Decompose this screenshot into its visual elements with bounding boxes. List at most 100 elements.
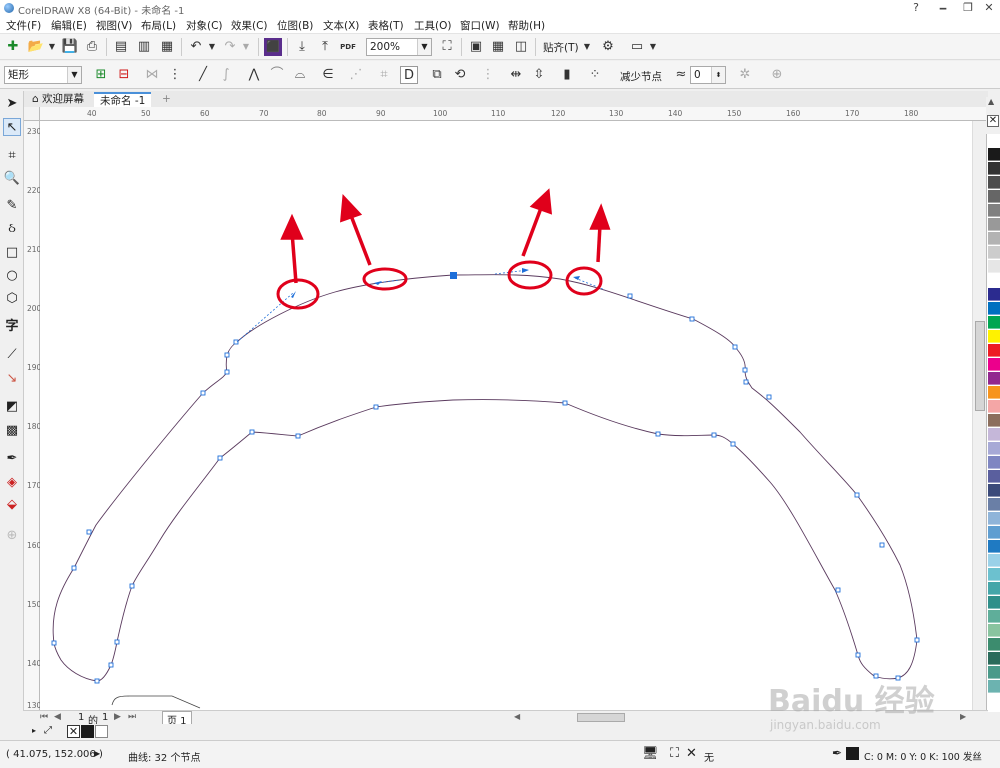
snap-to-button[interactable]: 贴齐(T) [543,40,579,55]
extract-subpath-icon[interactable]: ⌗ [375,66,393,84]
tab-welcome-screen[interactable]: ⌂ 欢迎屏幕 [26,92,91,107]
open-dropdown-icon[interactable]: ▼ [43,38,61,56]
palette-swatch[interactable] [988,176,1000,189]
palette-swatch[interactable] [988,428,1000,441]
horizontal-ruler[interactable]: 40 50 60 70 80 90 100 110 120 130 140 15… [40,107,988,121]
menu-help[interactable]: 帮助(H) [508,18,545,33]
palette-swatch[interactable] [988,148,1000,161]
zoom-level-select[interactable]: 200% ▼ [366,38,432,56]
connector-tool-icon[interactable]: ↘ [3,370,21,388]
search-content-icon[interactable]: ⬛ [264,38,282,56]
to-line-icon[interactable]: ╱ [194,66,212,84]
drawing-canvas[interactable] [40,121,988,710]
first-page-icon[interactable]: ⏮ [40,712,48,722]
vertical-scrollbar[interactable] [972,121,986,710]
redo-dropdown-icon[interactable]: ▼ [237,38,255,56]
selected-curve-shape[interactable] [51,268,920,684]
menu-tools[interactable]: 工具(O) [414,18,451,33]
no-fill-swatch[interactable]: ✕ [67,725,80,738]
shape-type-select[interactable]: 矩形 ▼ [4,66,82,84]
reduce-nodes-button[interactable]: 减少节点 [620,69,662,84]
interactive-fill-icon[interactable]: ◈ [3,474,21,492]
show-guidelines-icon[interactable]: ◫ [512,38,530,56]
print-icon[interactable]: ⎙ [83,38,101,56]
eyedropper-icon[interactable]: ✒ [3,450,21,468]
snap-dropdown-icon[interactable]: ▼ [578,38,596,56]
menu-object[interactable]: 对象(C) [186,18,223,33]
show-rulers-icon[interactable]: ▣ [467,38,485,56]
palette-swatch[interactable] [988,414,1000,427]
status-expand-icon[interactable]: ▶ [94,749,100,758]
palette-swatch[interactable] [988,260,1000,273]
palette-swatch[interactable] [988,330,1000,343]
rotate-nodes-icon[interactable]: ⟲ [451,66,469,84]
palette-swatch[interactable] [988,610,1000,623]
white-swatch[interactable] [95,725,108,738]
fill-bucket-icon[interactable]: ⛶ [670,746,679,761]
ellipse-tool-icon[interactable]: ○ [3,267,21,285]
export-icon[interactable]: ⤒ [316,38,334,56]
vertical-scroll-thumb[interactable] [975,321,985,411]
cusp-node-icon[interactable]: ⋀ [245,66,263,84]
save-icon[interactable]: 💾 [61,38,79,56]
palette-swatch[interactable] [988,652,1000,665]
selected-node[interactable] [450,272,457,279]
menu-layout[interactable]: 布局(L) [141,18,176,33]
symmetrical-node-icon[interactable]: ⌓ [291,66,309,84]
palette-swatch[interactable] [988,512,1000,525]
new-tab-button[interactable]: + [156,92,177,107]
palette-swatch[interactable] [988,400,1000,413]
outline-pen-icon[interactable]: ✒ [832,746,842,760]
color-proof-icon[interactable]: 🖥 [642,746,659,761]
palette-menu-icon[interactable]: ▸ [32,726,36,735]
publish-pdf-icon[interactable]: PDF [339,38,357,56]
palette-swatch[interactable] [988,218,1000,231]
menu-bitmaps[interactable]: 位图(B) [277,18,313,33]
palette-swatch[interactable] [988,274,1000,287]
zoom-tool-icon[interactable]: 🔍 [3,170,21,188]
reflect-horizontal-icon[interactable]: ⇹ [507,66,525,84]
handle-arrows[interactable] [291,268,580,298]
launcher-dropdown-icon[interactable]: ▼ [644,38,662,56]
new-document-icon[interactable]: ✚ [4,38,22,56]
select-all-nodes-icon[interactable]: ⁘ [586,66,604,84]
palette-swatch[interactable] [988,680,1000,693]
add-node-icon[interactable]: ⊞ [92,66,110,84]
horizontal-scroll-thumb[interactable] [577,713,625,722]
palette-swatch[interactable] [988,316,1000,329]
show-grid-icon[interactable]: ▦ [489,38,507,56]
menu-window[interactable]: 窗口(W) [460,18,500,33]
palette-swatch[interactable] [988,302,1000,315]
next-page-icon[interactable]: ▶ [114,712,121,722]
tab-document[interactable]: 未命名 -1 [94,92,152,107]
undo-dropdown-icon[interactable]: ▼ [203,38,221,56]
break-curve-icon[interactable]: ⋮ [166,66,184,84]
smart-fill-icon[interactable]: ⬙ [3,496,21,514]
transparency-icon[interactable]: ▩ [3,422,21,440]
ruler-origin[interactable] [24,107,40,121]
add-tool-icon[interactable]: ⊕ [3,527,21,545]
minimize-button[interactable]: 🗕 [930,0,956,16]
drop-shadow-icon[interactable]: ◩ [3,398,21,416]
to-curve-icon[interactable]: ∫ [217,66,235,84]
options-gear-icon[interactable]: ⚙ [599,38,617,56]
stretch-nodes-icon[interactable]: ⧉ [428,66,446,84]
palette-swatch[interactable] [988,484,1000,497]
palette-swatch[interactable] [988,162,1000,175]
paste-icon[interactable]: ▦ [158,38,176,56]
last-page-icon[interactable]: ⏭ [128,712,136,722]
palette-swatch[interactable] [988,232,1000,245]
artistic-media-icon[interactable]: ઠ [3,220,21,238]
smooth-node-icon[interactable]: ⌒ [268,66,286,84]
palette-swatch[interactable] [988,456,1000,469]
pick-tool-icon[interactable]: ➤ [3,95,21,113]
text-tool-icon[interactable]: 字 [3,318,21,336]
palette-swatch[interactable] [988,288,1000,301]
rectangle-tool-icon[interactable]: □ [3,244,21,262]
palette-swatch[interactable] [988,190,1000,203]
reverse-direction-icon[interactable]: ∈ [319,66,337,84]
chevron-up-icon[interactable]: ▲ [988,97,994,106]
palette-swatch[interactable] [988,638,1000,651]
vertical-ruler[interactable]: 230 220 210 200 190 180 170 160 150 140 … [24,121,41,710]
palette-swatch[interactable] [988,358,1000,371]
